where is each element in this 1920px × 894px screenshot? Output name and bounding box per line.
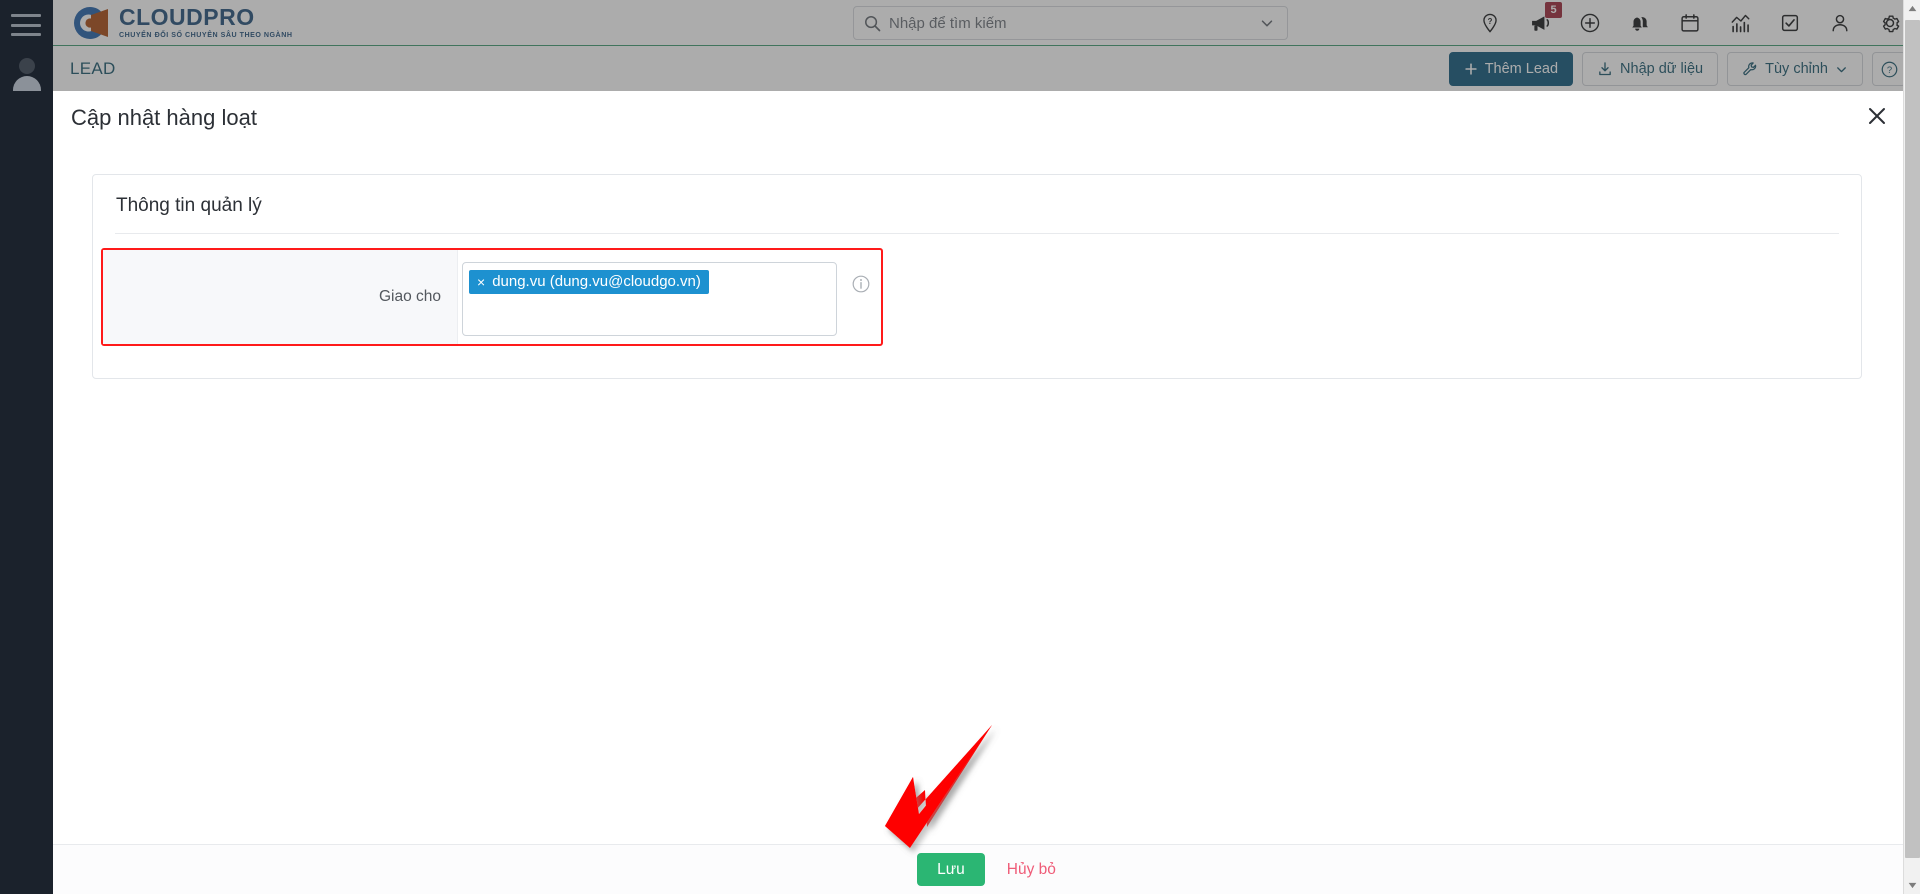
person-icon[interactable] (1828, 11, 1852, 35)
add-lead-button[interactable]: Thêm Lead (1448, 52, 1574, 86)
hamburger-bar (11, 14, 41, 17)
save-button[interactable]: Lưu (917, 853, 985, 886)
checkbox-task-icon[interactable] (1778, 11, 1802, 35)
bells-icon[interactable] (1628, 11, 1652, 35)
scroll-up-arrow-icon[interactable] (1904, 0, 1920, 17)
app-root: CLOUDPRO CHUYỂN ĐỔI SỐ CHUYÊN SÂU THEO N… (0, 0, 1920, 894)
wrench-icon (1743, 62, 1757, 76)
assigned-to-label: Giao cho (378, 288, 441, 305)
chart-icon[interactable] (1728, 11, 1752, 35)
megaphone-icon[interactable]: 5 (1528, 2, 1562, 35)
megaphone-badge: 5 (1545, 2, 1562, 18)
search-icon (864, 15, 881, 32)
card-divider (115, 233, 1839, 234)
add-lead-label: Thêm Lead (1484, 61, 1559, 77)
scroll-thumb[interactable] (1905, 20, 1920, 858)
location-help-pin-icon[interactable]: ? (1478, 11, 1502, 35)
assigned-to-field-row: Giao cho × dung.vu (dung.vu@cloudgo.vn) (101, 248, 883, 346)
import-data-button[interactable]: Nhập dữ liệu (1582, 52, 1719, 86)
plus-circle-icon[interactable] (1578, 11, 1602, 35)
chevron-down-icon (1837, 66, 1846, 72)
gear-settings-icon[interactable] (1878, 11, 1902, 35)
assigned-to-multiselect[interactable]: × dung.vu (dung.vu@cloudgo.vn) (462, 262, 837, 336)
assigned-user-tag[interactable]: × dung.vu (dung.vu@cloudgo.vn) (469, 270, 709, 295)
modal-header: Cập nhật hàng loạt (53, 91, 1920, 144)
module-action-group: Thêm Lead Nhập dữ liệu Tùy chỉnh ? (1448, 52, 1906, 86)
hamburger-bar (11, 23, 41, 27)
avatar-head (19, 58, 35, 74)
user-avatar-icon[interactable] (12, 58, 42, 91)
global-search[interactable] (853, 6, 1288, 40)
module-bar: LEAD Thêm Lead Nhập dữ liệu Tùy chỉnh ? (53, 46, 1920, 91)
tag-remove-icon[interactable]: × (477, 275, 485, 289)
help-button[interactable]: ? (1872, 52, 1906, 86)
info-circle-icon[interactable] (851, 274, 871, 294)
customize-button[interactable]: Tùy chỉnh (1727, 52, 1863, 86)
top-navigation-bar: CLOUDPRO CHUYỂN ĐỔI SỐ CHUYÊN SÂU THEO N… (53, 0, 1920, 46)
avatar-body (13, 76, 41, 91)
logo-title: CLOUDPRO (119, 3, 255, 30)
bulk-update-modal: Cập nhật hàng loạt Thông tin quản lý Gia… (53, 91, 1920, 894)
card-title: Thông tin quản lý (116, 195, 262, 216)
scroll-down-arrow-icon[interactable] (1904, 877, 1920, 894)
svg-text:?: ? (1886, 64, 1891, 75)
download-icon (1599, 62, 1611, 76)
cloudpro-logo[interactable]: CLOUDPRO CHUYỂN ĐỔI SỐ CHUYÊN SÂU THEO N… (67, 4, 293, 42)
cloudpro-logo-text: CLOUDPRO CHUYỂN ĐỔI SỐ CHUYÊN SÂU THEO N… (119, 3, 293, 39)
svg-text:?: ? (1488, 17, 1493, 26)
question-circle-icon: ? (1881, 61, 1897, 77)
close-icon[interactable] (1860, 99, 1894, 133)
left-sidebar (0, 0, 53, 894)
management-info-card: Thông tin quản lý Giao cho × dung.vu (du… (92, 174, 1862, 379)
search-input[interactable] (889, 14, 1259, 32)
chevron-down-icon[interactable] (1259, 15, 1275, 31)
tag-label: dung.vu (dung.vu@cloudgo.vn) (492, 273, 701, 290)
modal-footer: Lưu Hủy bỏ (53, 844, 1920, 894)
customize-label: Tùy chỉnh (1765, 61, 1828, 77)
field-label-cell: Giao cho (103, 250, 458, 344)
hamburger-menu-icon[interactable] (11, 14, 41, 36)
modal-body: Thông tin quản lý Giao cho × dung.vu (du… (53, 144, 1920, 844)
page-title: LEAD (70, 58, 116, 78)
hamburger-bar (11, 33, 41, 36)
topbar-icon-group: ? 5 (1478, 0, 1902, 46)
import-data-label: Nhập dữ liệu (1620, 61, 1704, 77)
plus-icon (1465, 63, 1477, 75)
field-control-cell: × dung.vu (dung.vu@cloudgo.vn) (458, 250, 881, 344)
modal-title: Cập nhật hàng loạt (71, 104, 257, 130)
cloudpro-logo-mark (74, 6, 108, 39)
page-scrollbar[interactable] (1903, 0, 1920, 894)
calendar-icon[interactable] (1678, 11, 1702, 35)
cancel-button[interactable]: Hủy bỏ (1007, 861, 1056, 879)
logo-tagline: CHUYỂN ĐỔI SỐ CHUYÊN SÂU THEO NGÀNH (119, 30, 293, 39)
